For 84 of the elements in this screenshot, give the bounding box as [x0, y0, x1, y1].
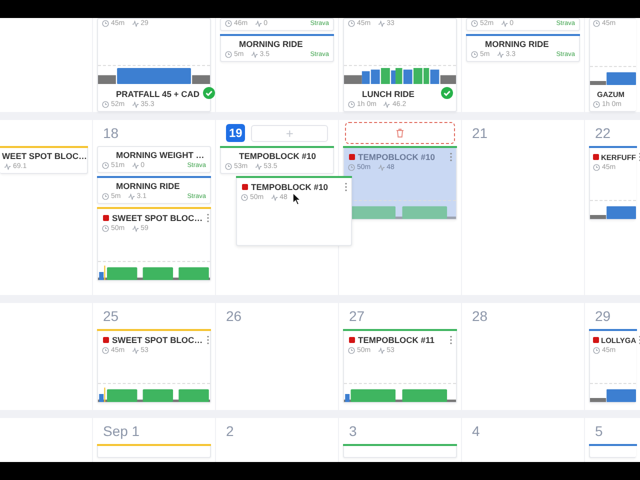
- day-number: 27: [349, 308, 365, 324]
- workout-card[interactable]: [343, 444, 457, 458]
- workout-title: TEMPOBLOCK #10: [238, 150, 317, 162]
- clock-icon: [225, 20, 232, 27]
- pulse-icon: [250, 51, 258, 58]
- day-number: Sep 1: [103, 423, 140, 439]
- more-icon[interactable]: [449, 335, 453, 345]
- workout-card[interactable]: [589, 444, 636, 458]
- pulse-icon: [132, 101, 139, 108]
- clock-icon: [471, 20, 478, 27]
- pulse-icon: [128, 193, 135, 200]
- workout-title: PRATFALL 45 + CAD: [115, 88, 200, 100]
- workout-title: TEMPOBLOCK #10: [358, 152, 436, 162]
- pulse-icon: [132, 162, 139, 169]
- clock-icon: [348, 164, 355, 171]
- clock-icon: [241, 194, 248, 201]
- day-number: 18: [103, 125, 119, 141]
- workout-title: SWEET SPOT BLOC…: [112, 335, 203, 345]
- clock-icon: [102, 347, 109, 354]
- square-icon: [593, 337, 599, 343]
- trash-icon: [395, 128, 405, 138]
- clock-icon: [102, 225, 109, 232]
- day-number: 22: [595, 125, 611, 141]
- workout-title: MORNING WEIGHT …: [115, 149, 206, 161]
- pulse-icon: [378, 20, 385, 27]
- day-number: 4: [472, 423, 480, 439]
- clock-icon: [225, 51, 232, 58]
- clock-icon: [593, 20, 600, 27]
- pulse-icon: [254, 163, 262, 170]
- day-number: 29: [595, 308, 611, 324]
- clock-icon: [102, 193, 109, 200]
- pulse-icon: [254, 20, 262, 27]
- workout-title: WEET SPOT BLOC…: [1, 150, 87, 162]
- pulse-icon: [270, 194, 278, 201]
- day-number: 26: [226, 308, 242, 324]
- more-icon[interactable]: [206, 213, 210, 223]
- square-icon: [103, 337, 109, 343]
- today-date-badge: 19: [226, 124, 246, 142]
- clock-icon: [225, 163, 232, 170]
- power-profile-drawing: [590, 203, 636, 219]
- clock-icon: [471, 51, 478, 58]
- more-icon[interactable]: [344, 182, 348, 192]
- pulse-icon: [132, 20, 139, 27]
- clock-icon: [102, 162, 109, 169]
- clock-icon: [593, 347, 600, 354]
- workout-title: MORNING RIDE: [238, 38, 304, 50]
- pulse-icon: [378, 164, 385, 171]
- pulse-icon: [4, 163, 11, 170]
- clock-icon: [593, 101, 600, 108]
- clock-icon: [348, 101, 355, 108]
- workout-title: TEMPOBLOCK #11: [358, 335, 436, 345]
- square-icon: [593, 154, 599, 160]
- day-number: 3: [349, 423, 357, 439]
- day-number: 21: [472, 125, 488, 141]
- pulse-icon: [132, 347, 139, 354]
- pulse-icon: [496, 51, 504, 58]
- workout-title: TEMPOBLOCK #10: [251, 182, 329, 192]
- day-number: 25: [103, 308, 119, 324]
- square-icon: [242, 184, 248, 190]
- pulse-icon: [383, 101, 390, 108]
- power-profile-drawing: [590, 69, 636, 85]
- day-number: 28: [472, 308, 488, 324]
- day-number: 5: [595, 423, 603, 439]
- clock-icon: [593, 164, 600, 171]
- more-icon[interactable]: [206, 335, 210, 345]
- pulse-icon: [500, 20, 508, 27]
- workout-title: SWEET SPOT BLOC…: [112, 213, 203, 223]
- square-icon: [103, 215, 109, 221]
- clock-icon: [348, 347, 355, 354]
- clock-icon: [102, 20, 109, 27]
- clock-icon: [102, 101, 109, 108]
- square-icon: [349, 337, 355, 343]
- cursor-icon: [292, 192, 302, 206]
- pulse-icon: [132, 225, 139, 232]
- square-icon: [349, 154, 355, 160]
- day-number: 2: [226, 423, 234, 439]
- clock-icon: [348, 20, 355, 27]
- power-profile-drawing: [590, 386, 636, 402]
- workout-title: MORNING RIDE: [484, 38, 550, 50]
- more-icon[interactable]: [449, 152, 453, 162]
- delete-drop-zone[interactable]: [345, 122, 455, 144]
- workout-title: LUNCH RIDE: [361, 88, 416, 100]
- pulse-icon: [378, 347, 385, 354]
- workout-title: MORNING RIDE: [115, 180, 181, 192]
